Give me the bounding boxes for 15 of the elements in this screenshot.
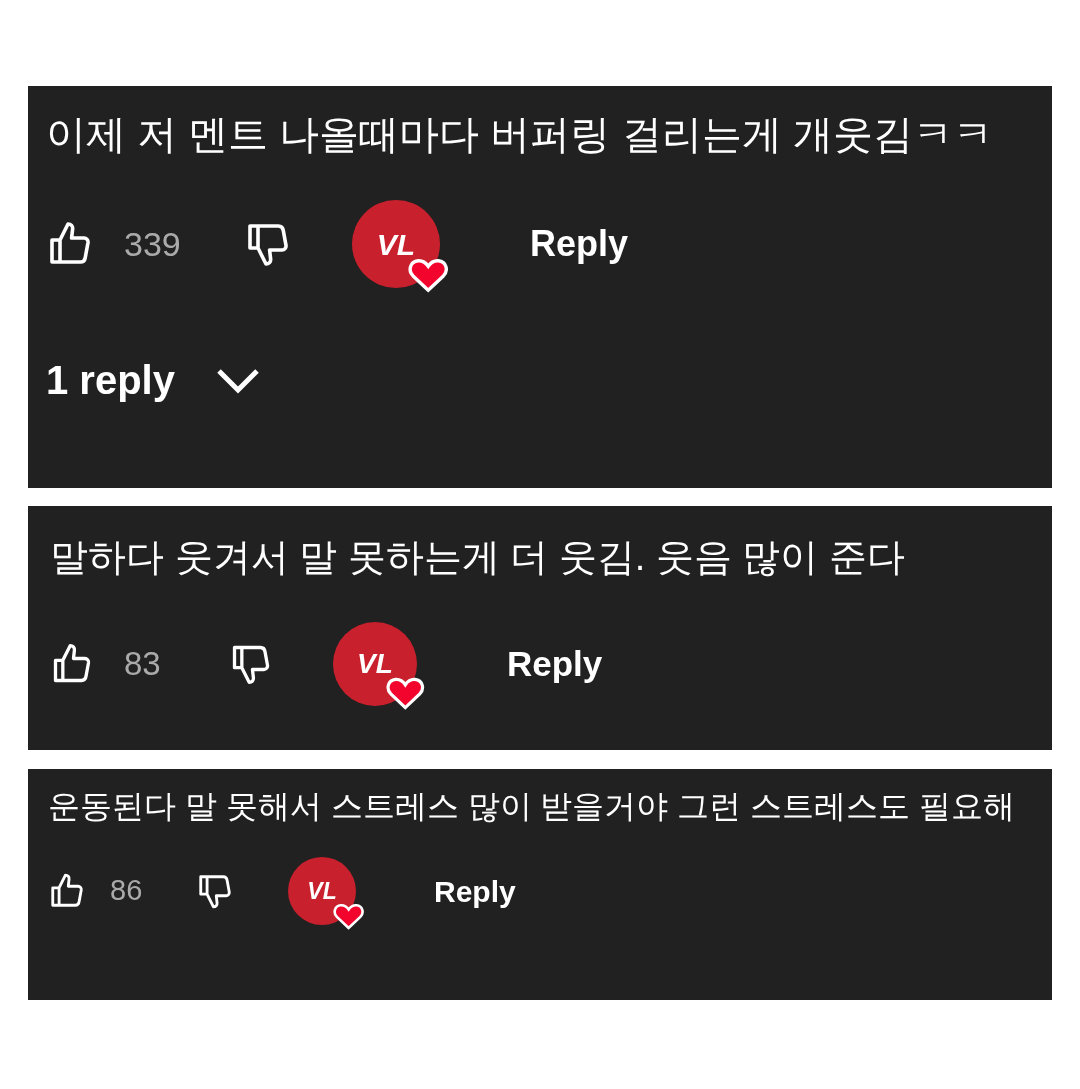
like-count: 83 — [124, 644, 162, 685]
reply-button[interactable]: Reply — [507, 637, 603, 691]
comment-text: 이제 저 멘트 나올때마다 버퍼링 걸리는게 개웃김ㅋㅋ — [46, 111, 994, 158]
avatar-logo-text: VL — [376, 226, 416, 263]
comment-text: 운동된다 말 못해서 스트레스 많이 받을거야 그런 스트레스도 필요해 — [48, 787, 1017, 826]
thumbs-down-icon[interactable] — [196, 872, 234, 910]
thumbs-up-icon[interactable] — [48, 872, 86, 910]
reply-button[interactable]: Reply — [530, 217, 629, 271]
avatar-logo-text: VL — [307, 876, 337, 906]
avatar-logo-text: VL — [357, 647, 393, 681]
replies-toggle[interactable]: 1 reply — [46, 350, 261, 410]
like-count: 339 — [124, 223, 182, 265]
like-count: 86 — [110, 873, 144, 909]
comment-text: 말하다 웃겨서 말 못하는게 더 웃김. 웃음 많이 준다 — [50, 535, 907, 580]
reply-button[interactable]: Reply — [434, 868, 516, 914]
